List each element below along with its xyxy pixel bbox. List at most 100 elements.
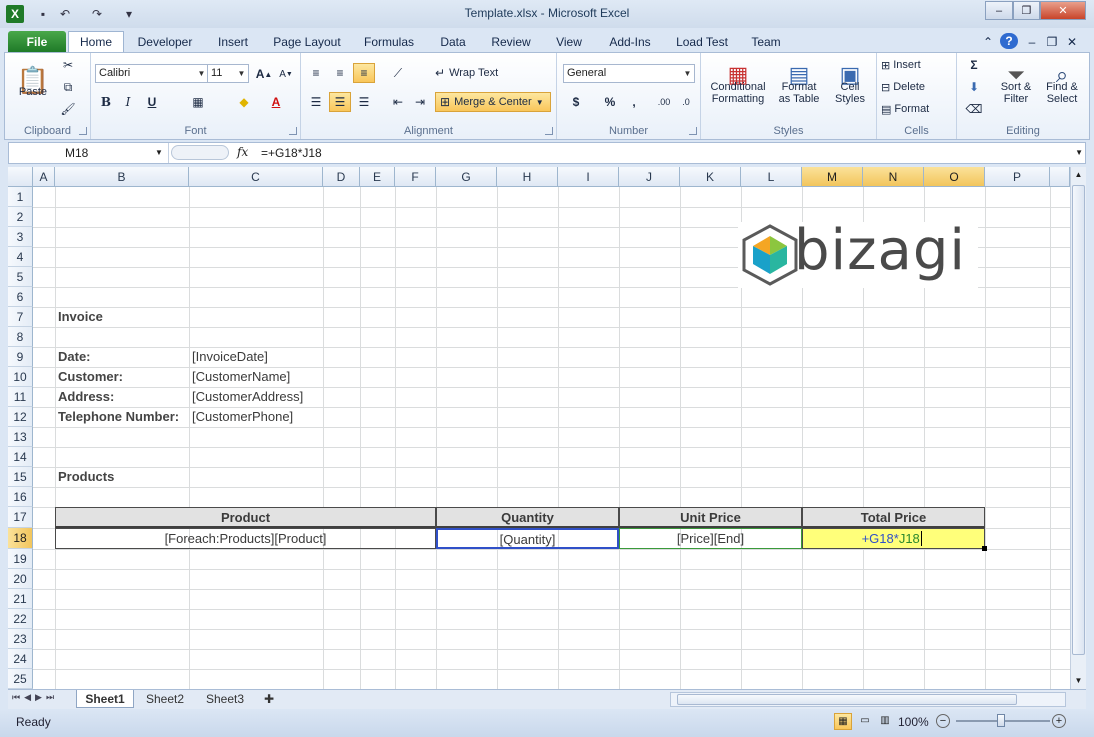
select-all-corner[interactable] — [8, 167, 33, 187]
row-header[interactable]: 6 — [8, 287, 33, 307]
column-header[interactable]: M — [802, 167, 863, 187]
wrap-text-button[interactable]: ↵ Wrap Text — [435, 63, 525, 83]
customer-value[interactable]: [CustomerName] — [189, 367, 290, 387]
copy-icon[interactable]: ⧉ — [57, 77, 79, 97]
insert-sheet-icon[interactable]: ✚ — [258, 690, 280, 708]
column-header[interactable]: O — [924, 167, 985, 187]
row-header-selected[interactable]: 18 — [8, 528, 33, 549]
decrease-decimal-icon[interactable]: .0 — [675, 92, 697, 112]
formula-input[interactable]: =+G18*J18 — [261, 143, 322, 163]
decrease-indent-icon[interactable]: ⇤ — [387, 92, 409, 112]
name-box[interactable]: M18 — [9, 143, 169, 163]
number-launcher-icon[interactable] — [689, 127, 697, 135]
horizontal-scroll-thumb[interactable] — [677, 694, 1017, 705]
row-header[interactable]: 15 — [8, 467, 33, 487]
align-left-icon[interactable]: ☰ — [305, 92, 327, 112]
cut-icon[interactable]: ✂ — [57, 55, 79, 75]
normal-view-icon[interactable]: ▦ — [834, 713, 852, 730]
address-label[interactable]: Address: — [55, 387, 114, 407]
row-header[interactable]: 21 — [8, 589, 33, 609]
tab-team[interactable]: Team — [744, 31, 788, 52]
phone-value[interactable]: [CustomerPhone] — [189, 407, 293, 427]
row-header[interactable]: 8 — [8, 327, 33, 347]
row-header[interactable]: 10 — [8, 367, 33, 387]
alignment-launcher-icon[interactable] — [545, 127, 553, 135]
merge-center-button[interactable]: ⊞ Merge & Center ▼ — [435, 92, 551, 112]
row-header[interactable]: 1 — [8, 187, 33, 207]
font-launcher-icon[interactable] — [289, 127, 297, 135]
close-button[interactable]: ✕ — [1040, 1, 1086, 20]
row-header[interactable]: 24 — [8, 649, 33, 669]
font-size-combo[interactable]: 11 ▼ — [207, 64, 249, 83]
tab-developer[interactable]: Developer — [130, 31, 200, 52]
font-name-combo[interactable]: Calibri ▼ — [95, 64, 209, 83]
worksheet-grid[interactable]: A B C D E F G H I J K L M N O P 1 2 3 4 … — [8, 167, 1070, 689]
zoom-out-icon[interactable]: − — [936, 714, 950, 728]
sheet-tab-sheet2[interactable]: Sheet2 — [136, 690, 194, 708]
column-header[interactable]: C — [189, 167, 323, 187]
italic-button[interactable]: I — [117, 92, 139, 112]
vertical-scroll-thumb[interactable] — [1072, 185, 1085, 655]
restore-button[interactable]: ❐ — [1013, 1, 1040, 20]
doc-close-icon[interactable]: ✕ — [1064, 31, 1080, 52]
row-header[interactable]: 7 — [8, 307, 33, 327]
doc-minimize-icon[interactable]: – — [1024, 31, 1040, 52]
align-bottom-icon[interactable]: ≡ — [353, 63, 375, 83]
tab-insert[interactable]: Insert — [208, 31, 258, 52]
column-header[interactable]: L — [741, 167, 802, 187]
formula-bar-splitter[interactable] — [171, 145, 229, 160]
format-cells-button[interactable]: ▤ Format — [881, 99, 953, 119]
tab-review[interactable]: Review — [484, 31, 538, 52]
row-header[interactable]: 22 — [8, 609, 33, 629]
help-icon[interactable]: ? — [1000, 33, 1018, 49]
borders-icon[interactable]: ▦ — [187, 92, 209, 112]
bizagi-logo[interactable]: bizagi — [738, 218, 978, 288]
cell-styles-button[interactable]: ▣ Cell Styles — [827, 57, 873, 117]
fill-icon[interactable]: ⬇ — [963, 77, 985, 97]
ribbon-minimize-icon[interactable]: ⌃ — [980, 31, 996, 52]
row-header[interactable]: 4 — [8, 247, 33, 267]
orientation-icon[interactable]: ⟋ — [387, 63, 409, 83]
sheet-tab-sheet1[interactable]: Sheet1 — [76, 690, 134, 708]
underline-button[interactable]: U — [141, 92, 163, 112]
customer-label[interactable]: Customer: — [55, 367, 123, 387]
page-layout-view-icon[interactable]: ▭ — [856, 713, 874, 730]
doc-restore-icon[interactable]: ❐ — [1044, 31, 1060, 52]
row-header[interactable]: 11 — [8, 387, 33, 407]
find-select-button[interactable]: ⌕ Find & Select — [1039, 57, 1085, 117]
increase-indent-icon[interactable]: ⇥ — [409, 92, 431, 112]
table-header-product[interactable]: Product — [55, 507, 436, 528]
insert-function-icon[interactable]: fx — [237, 145, 248, 159]
autosum-icon[interactable]: Σ — [963, 55, 985, 75]
format-painter-icon[interactable]: 🖌 — [57, 99, 79, 119]
row-header[interactable]: 9 — [8, 347, 33, 367]
column-header[interactable]: I — [558, 167, 619, 187]
vertical-scrollbar[interactable]: ▲ ▼ — [1070, 167, 1086, 689]
row-header[interactable]: 12 — [8, 407, 33, 427]
font-color-icon[interactable]: A — [265, 92, 287, 112]
name-box-dropdown-icon[interactable]: ▼ — [155, 143, 163, 163]
date-value[interactable]: [InvoiceDate] — [189, 347, 268, 367]
page-break-view-icon[interactable]: ▥ — [876, 713, 894, 730]
row-header[interactable]: 5 — [8, 267, 33, 287]
increase-decimal-icon[interactable]: .00 — [653, 92, 675, 112]
row-header[interactable]: 13 — [8, 427, 33, 447]
row-header[interactable]: 23 — [8, 629, 33, 649]
tab-home[interactable]: Home — [68, 31, 124, 52]
sheet-nav-icons[interactable]: ⏮◀▶⏭ — [12, 692, 58, 703]
table-cell-unit-price[interactable]: [Price][End] — [619, 528, 802, 549]
column-header[interactable]: D — [323, 167, 360, 187]
tab-file[interactable]: File — [8, 31, 66, 52]
table-cell-product[interactable]: [Foreach:Products][Product] — [55, 528, 436, 549]
conditional-formatting-button[interactable]: ▦ Conditional Formatting — [705, 57, 771, 117]
scroll-up-icon[interactable]: ▲ — [1071, 167, 1086, 183]
scroll-down-icon[interactable]: ▼ — [1071, 673, 1086, 689]
horizontal-scrollbar[interactable] — [670, 692, 1066, 707]
column-header[interactable]: E — [360, 167, 395, 187]
tab-view[interactable]: View — [546, 31, 592, 52]
column-header[interactable]: F — [395, 167, 436, 187]
date-label[interactable]: Date: — [55, 347, 91, 367]
row-header[interactable]: 2 — [8, 207, 33, 227]
row-header[interactable]: 19 — [8, 549, 33, 569]
row-header[interactable]: 14 — [8, 447, 33, 467]
